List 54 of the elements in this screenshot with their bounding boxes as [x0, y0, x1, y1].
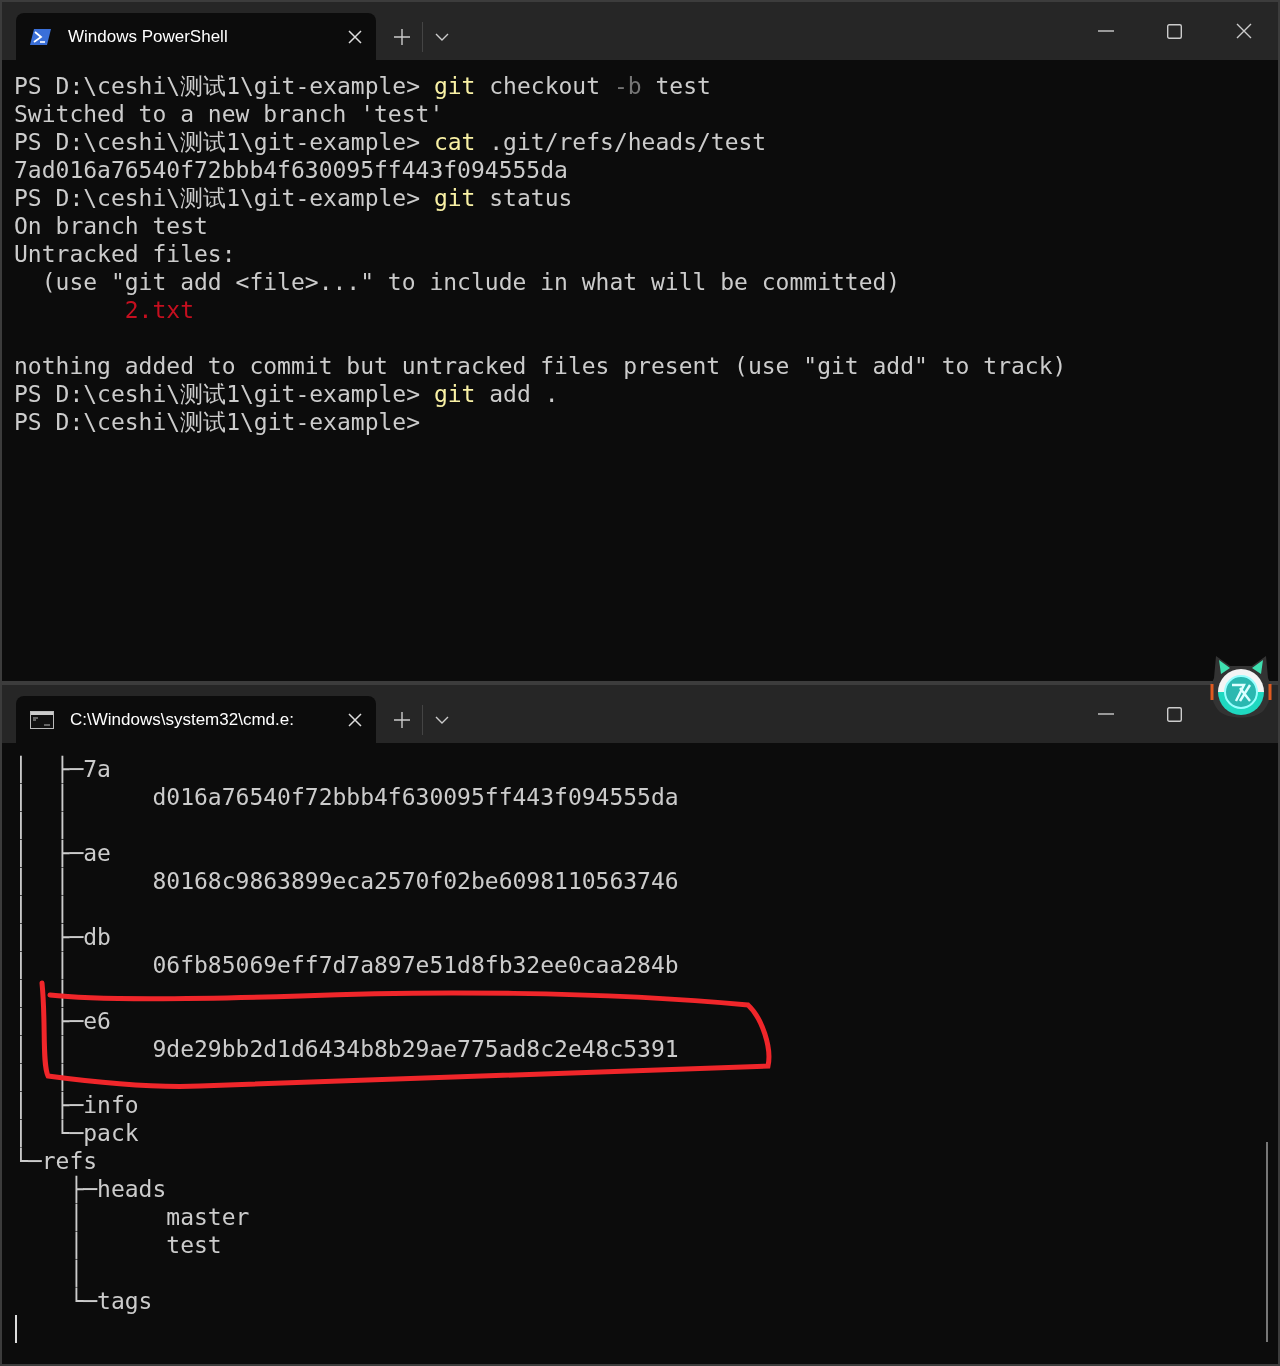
terminal-line: │ │ — [14, 811, 71, 839]
terminal-line: │ │ — [14, 895, 71, 923]
text-cursor — [15, 1315, 17, 1343]
terminal-text: -b — [613, 73, 642, 99]
terminal-line: │ │ d016a76540f72bbb4f630095ff443f094555da — [14, 783, 680, 811]
command-text: git — [433, 381, 476, 407]
scrollbar[interactable] — [1266, 1142, 1268, 1342]
terminal-text: test — [654, 73, 711, 99]
terminal-line: │ ├─db — [14, 923, 112, 951]
dropdown-icon[interactable] — [435, 715, 449, 724]
terminal-line: │ └─pack — [14, 1119, 140, 1147]
close-icon[interactable] — [348, 29, 362, 44]
terminal-text: .git/refs/heads/test — [488, 129, 767, 155]
terminal-line: │ │ 06fb85069eff7d7a897e51d8fb32ee0caa284b — [14, 951, 680, 979]
terminal-line: Switched to a new branch 'test' — [14, 100, 445, 128]
terminal-text: PS D:\ceshi\测试1\git-example> — [14, 381, 422, 407]
terminal-line: On branch test — [14, 212, 209, 240]
terminal-line: PS D:\ceshi\测试1\git-example> — [14, 408, 422, 436]
new-tab-icon[interactable] — [394, 711, 410, 728]
terminal-line: │ ├─ae — [14, 839, 112, 867]
terminal-tab[interactable]: Windows PowerShell — [16, 13, 376, 60]
terminal-line: │ ├─7a — [14, 755, 112, 783]
terminal-tab[interactable]: C:\Windows\system32\cmd.e: — [16, 696, 376, 743]
tab-title: Windows PowerShell — [68, 26, 229, 47]
terminal-line: ├─heads — [68, 1175, 168, 1203]
terminal-line: │ master — [68, 1203, 251, 1231]
terminal-line: │ — [68, 1259, 85, 1287]
command-text: git — [433, 73, 476, 99]
terminal-line: └─tags — [68, 1287, 154, 1315]
powershell-icon — [30, 27, 52, 46]
terminal-line: │ ├─e6 — [14, 1007, 112, 1035]
terminal-line: 2.txt — [123, 296, 195, 324]
terminal-line: └─refs — [14, 1147, 99, 1175]
terminal-line: │ test — [68, 1231, 223, 1259]
terminal-text: PS D:\ceshi\测试1\git-example> — [14, 129, 422, 155]
command-text: cat — [433, 129, 476, 155]
terminal-line: │ ├─info — [14, 1091, 140, 1119]
terminal-line: (use "git add <file>..." to include in what will be committed) — [40, 268, 902, 296]
terminal-text: status — [488, 185, 573, 211]
tab-title: C:\Windows\system32\cmd.e: — [70, 709, 295, 730]
terminal-text: PS D:\ceshi\测试1\git-example> — [14, 73, 422, 99]
terminal-text: PS D:\ceshi\测试1\git-example> — [14, 185, 422, 211]
dropdown-icon[interactable] — [435, 32, 449, 41]
terminal-line: │ │ 9de29bb2d1d6434b8b29ae775ad8c2e48c5391 — [14, 1035, 680, 1063]
terminal-line: │ │ 80168c9863899eca2570f02be6098110563746 — [14, 867, 680, 895]
command-prompt-icon — [30, 710, 54, 729]
command-text: git — [433, 185, 476, 211]
new-tab-icon[interactable] — [394, 28, 410, 45]
terminal-text: add . — [488, 381, 559, 407]
terminal-text: checkout — [488, 73, 602, 99]
terminal-line: 7ad016a76540f72bbb4f630095ff443f094555da — [14, 156, 569, 184]
close-icon[interactable] — [348, 712, 362, 727]
terminal-line: Untracked files: — [14, 240, 237, 268]
terminal-line: nothing added to commit but untracked files present (use "git add" to track) — [14, 352, 1068, 380]
